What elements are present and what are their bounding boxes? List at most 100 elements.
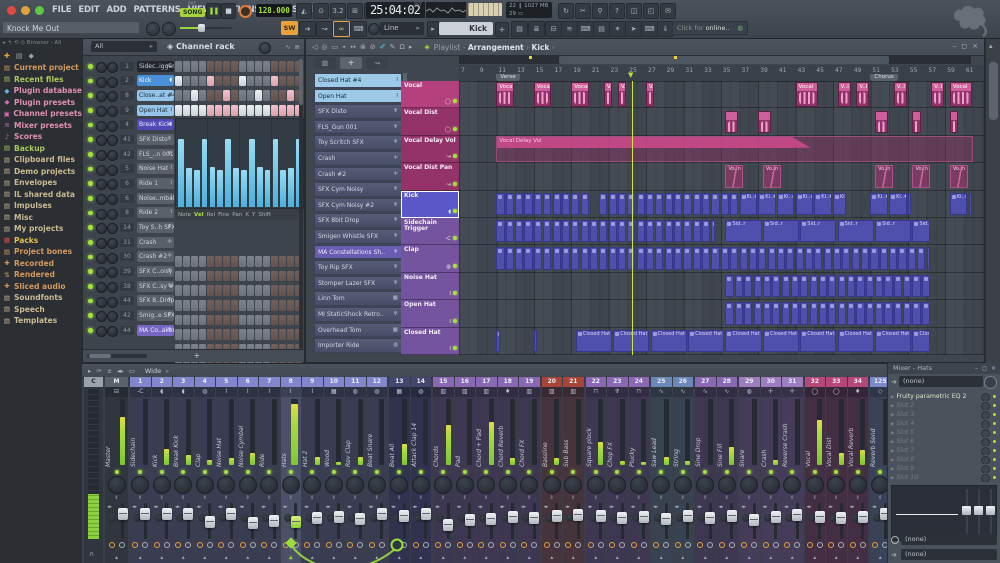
pattern-clip[interactable]	[768, 247, 776, 269]
channel-button[interactable]: ◖Kick	[137, 75, 174, 86]
audio-clip[interactable]: Vocal	[950, 82, 972, 107]
pattern-clip[interactable]	[524, 193, 532, 215]
track-header-closed-hat[interactable]: Closed HatI	[401, 328, 459, 355]
mixer-strip-pan-knob[interactable]	[739, 475, 760, 495]
mixer-fader[interactable]	[251, 503, 254, 539]
pattern-clip[interactable]	[496, 220, 504, 242]
pattern-clip[interactable]	[646, 193, 654, 215]
automation-clip-vocal-dist-pan[interactable]: Vo..n	[912, 165, 930, 187]
slot-enable-led[interactable]	[993, 395, 996, 398]
audio-output-selector[interactable]: (none)	[901, 549, 997, 560]
fx-enable-lamp[interactable]	[326, 542, 332, 548]
track-header-noise-hat[interactable]: Noise HatI	[401, 273, 459, 300]
stop-button[interactable]: ■	[221, 3, 236, 19]
pattern-clip[interactable]	[725, 302, 733, 324]
track-header-kick[interactable]: Kick◖	[401, 191, 459, 218]
audio-clip[interactable]	[725, 111, 738, 133]
track-header-clap[interactable]: Clap◍	[401, 245, 459, 272]
plugin-delay-icon[interactable]	[357, 542, 363, 548]
mixer-strip-vocal-dist[interactable]: 33◯Vocal Dist⇕◂▸·▴	[826, 377, 847, 563]
step-cell[interactable]	[207, 329, 214, 340]
plugin-delay-icon[interactable]	[185, 542, 191, 548]
channel-button[interactable]: ♆FLS_..n 001	[137, 149, 174, 160]
mixer-strip-snare[interactable]: 29◍Snare⇕◂▸·▴	[739, 377, 760, 563]
audio-clip[interactable]: V..l	[646, 82, 654, 107]
pattern-clip[interactable]	[655, 247, 663, 269]
pattern-clip[interactable]	[655, 220, 663, 242]
fader-handle[interactable]	[183, 508, 193, 520]
fader-handle[interactable]	[377, 508, 387, 520]
step-cell[interactable]	[215, 300, 222, 311]
mixer-strip-vocal[interactable]: 32◯Vocal⇕◂▸·▴	[805, 377, 826, 563]
fader-handle[interactable]	[552, 510, 562, 522]
pattern-clip[interactable]: Sid..r	[838, 220, 874, 242]
pattern-clip[interactable]	[782, 302, 790, 324]
master-pitch-knob[interactable]	[162, 22, 176, 36]
step-cell[interactable]	[223, 329, 230, 340]
fx-enable-lamp[interactable]	[304, 542, 310, 548]
mixer-fader[interactable]	[774, 503, 777, 539]
plugin-delay-icon[interactable]	[336, 542, 342, 548]
route-to-master-arrow[interactable]: ▴	[498, 554, 519, 562]
browser-item-impulses[interactable]: ▤Impulses	[0, 200, 82, 212]
picker-tab-channels[interactable]: ✛	[340, 57, 362, 69]
fader-handle[interactable]	[248, 517, 258, 529]
chat-icon[interactable]: ✉	[660, 3, 676, 19]
multilink-icon[interactable]: ∞	[333, 21, 350, 37]
mixer-strip-pan-knob[interactable]	[345, 475, 366, 495]
step-cell[interactable]	[199, 76, 206, 87]
pattern-clip[interactable]	[581, 247, 589, 269]
mixer-strip-number[interactable]: 10	[324, 377, 345, 387]
marker-chorus[interactable]: Chorus	[870, 74, 897, 81]
fx-enable-lamp[interactable]	[653, 542, 659, 548]
pattern-clip[interactable]	[791, 302, 799, 324]
fader-handle[interactable]	[596, 510, 606, 522]
plugin-delay-icon[interactable]	[228, 542, 234, 548]
pattern-clip[interactable]	[898, 247, 906, 269]
slot-enable-led[interactable]	[993, 413, 996, 416]
channel-volume-knob[interactable]	[107, 238, 118, 249]
delete-tool-icon[interactable]: ⊘	[370, 43, 376, 51]
fx-enable-lamp[interactable]	[283, 542, 289, 548]
route-to-master-arrow[interactable]: ▴	[389, 554, 410, 562]
pattern-clip[interactable]	[749, 247, 757, 269]
pattern-clip[interactable]	[665, 247, 673, 269]
step-cell[interactable]	[231, 105, 238, 116]
track-header-vocal-dist-pan[interactable]: Vocal Dist Pan↝	[401, 163, 459, 190]
browser-item-templates[interactable]: ▤Templates	[0, 315, 82, 327]
step-cell[interactable]	[239, 315, 246, 326]
step-cell[interactable]	[271, 256, 278, 267]
pattern-clip[interactable]	[833, 247, 841, 269]
ruler-bar-19[interactable]: 19	[573, 67, 581, 74]
cut-icon[interactable]: ✂	[575, 3, 591, 19]
plugin-delay-icon[interactable]	[314, 542, 320, 548]
ruler-bar-55[interactable]: 55	[910, 67, 918, 74]
smart-disable-icon[interactable]: ↝	[316, 21, 333, 37]
browser-item-backup[interactable]: ▤Backup	[0, 143, 82, 155]
mixer-strip-led[interactable]	[476, 467, 497, 475]
step-cell[interactable]	[271, 105, 278, 116]
pattern-clip[interactable]	[581, 220, 589, 242]
velocity-bar[interactable]	[210, 167, 216, 207]
pattern-clip[interactable]	[772, 302, 780, 324]
pattern-clip[interactable]	[740, 247, 748, 269]
plugin-delay-icon[interactable]	[142, 542, 148, 548]
picker-item-fls-gun-001[interactable]: ♆FLS_Gun 001	[314, 120, 402, 135]
mixer-strip-pan-knob[interactable]	[498, 475, 519, 495]
pattern-clip[interactable]	[553, 220, 561, 242]
plugin-delay-icon[interactable]	[729, 542, 735, 548]
pattern-clip[interactable]	[805, 247, 813, 269]
mixer-strip-beat-all[interactable]: 13▦Beat All⇕◂▸·▴	[389, 377, 410, 563]
pattern-clip[interactable]	[599, 247, 607, 269]
track-enable-led[interactable]	[453, 319, 457, 323]
stereo-icon[interactable]: ◂▸	[117, 367, 124, 375]
step-cell[interactable]	[279, 329, 286, 340]
track-header-vocal[interactable]: Vocal◯	[401, 81, 459, 108]
step-cell[interactable]	[239, 61, 246, 72]
channel-pan-knob[interactable]	[96, 106, 107, 117]
browser-item-recent-files[interactable]: ▤Recent files	[0, 74, 82, 86]
step-cell[interactable]	[271, 285, 278, 296]
mixer-fader[interactable]	[316, 503, 319, 539]
channel-volume-knob[interactable]	[107, 91, 118, 102]
fader-handle[interactable]	[226, 508, 236, 520]
